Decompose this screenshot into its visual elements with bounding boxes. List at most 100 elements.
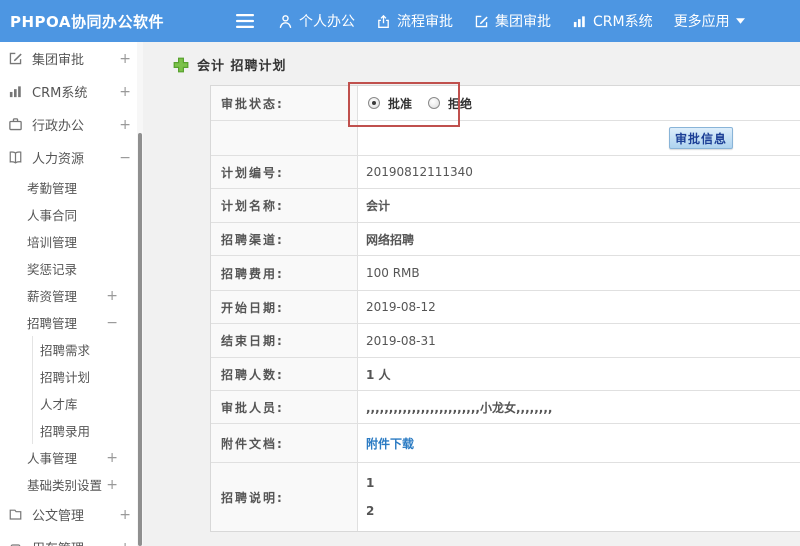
edit-square-icon xyxy=(474,14,489,29)
sidebar-item-talent-pool[interactable]: 人才库 xyxy=(0,390,143,417)
nav-group-approval[interactable]: 集团审批 xyxy=(474,11,551,31)
field-label: 附件文档: xyxy=(211,424,358,462)
field-label: 招聘说明: xyxy=(211,463,358,531)
sidebar-item-admin-office[interactable]: 行政办公 + xyxy=(0,108,143,141)
sidebar-scrollbar-thumb[interactable] xyxy=(138,133,142,546)
topbar-nav: 个人办公 流程审批 集团审批 CRM系统 更多应用 xyxy=(278,11,745,31)
field-value: ,,,,,,,,,,,,,,,,,,,,,,,,,小龙女,,,,,,,, xyxy=(366,400,553,415)
edit-square-icon xyxy=(8,51,23,66)
row-recruit-desc: 招聘说明: 1 2 xyxy=(211,463,800,531)
field-value: 附件下载 xyxy=(358,424,800,462)
bar-chart-icon xyxy=(572,14,587,29)
attachment-download-link[interactable]: 附件下载 xyxy=(366,435,414,452)
page-title: 会计 招聘计划 xyxy=(197,59,287,74)
radio-unselected-icon xyxy=(428,97,441,109)
sidebar-item-label: 人事管理 xyxy=(27,451,78,466)
topbar: PHPOA协同办公软件 个人办公 流程审批 集团审批 CRM系统 更多应用 xyxy=(0,0,800,42)
book-icon xyxy=(8,150,23,165)
radio-label: 拒绝 xyxy=(448,96,473,111)
user-icon xyxy=(278,14,293,29)
sidebar-item-recruit-demand[interactable]: 招聘需求 xyxy=(0,336,143,363)
folder-icon xyxy=(8,507,23,522)
workflow-icon xyxy=(376,14,391,29)
sidebar-item-document-mgmt[interactable]: 公文管理 + xyxy=(0,498,143,531)
row-plan-number: 计划编号: 20190812111340 xyxy=(211,156,800,189)
field-label: 计划名称: xyxy=(211,189,358,222)
page-header: 会计 招聘计划 xyxy=(173,55,287,74)
row-recruit-channel: 招聘渠道: 网络招聘 xyxy=(211,223,800,256)
field-label: 招聘人数: xyxy=(211,358,358,390)
app-logo: PHPOA协同办公软件 xyxy=(10,12,164,31)
sidebar-item-human-resources[interactable]: 人力资源 − xyxy=(0,141,143,174)
sidebar-item-label: 招聘计划 xyxy=(40,370,91,385)
row-recruit-count: 招聘人数: 1 人 xyxy=(211,358,800,391)
field-value: 会计 xyxy=(366,199,391,213)
hamburger-icon[interactable] xyxy=(236,14,254,28)
field-label: 开始日期: xyxy=(211,291,358,323)
sidebar-item-label: 行政办公 xyxy=(32,119,85,134)
field-value: 1 人 xyxy=(366,367,391,382)
description-line: 1 xyxy=(366,476,375,490)
field-label: 计划编号: xyxy=(211,156,358,188)
row-approvers: 审批人员: ,,,,,,,,,,,,,,,,,,,,,,,,,小龙女,,,,,,,… xyxy=(211,391,800,424)
field-label: 招聘渠道: xyxy=(211,223,358,255)
toggle-plus-icon[interactable]: + xyxy=(119,84,131,100)
sidebar-item-label: 人事合同 xyxy=(27,208,78,223)
field-label: 审批状态: xyxy=(211,86,358,120)
sidebar-item-recruit-mgmt[interactable]: 招聘管理 − xyxy=(0,309,143,336)
sidebar-item-personnel-mgmt[interactable]: 人事管理 + xyxy=(0,444,143,471)
toggle-plus-icon[interactable]: + xyxy=(119,540,131,546)
sidebar-item-attendance-mgmt[interactable]: 考勤管理 xyxy=(0,174,143,201)
nav-personal-office[interactable]: 个人办公 xyxy=(278,11,355,31)
nav-label: CRM系统 xyxy=(593,14,653,30)
field-value: 网络招聘 xyxy=(366,232,415,247)
sidebar-item-label: 奖惩记录 xyxy=(27,262,78,277)
field-value: 12 xyxy=(358,463,800,531)
row-attachment: 附件文档: 附件下载 xyxy=(211,424,800,463)
approval-info-button[interactable]: 审批信息 xyxy=(669,127,733,149)
nav-label: 集团审批 xyxy=(495,14,551,30)
sidebar-item-hr-contract[interactable]: 人事合同 xyxy=(0,201,143,228)
toggle-plus-icon[interactable]: + xyxy=(106,288,118,304)
radio-selected-icon xyxy=(368,97,380,109)
sidebar-item-label: 集团审批 xyxy=(32,53,85,68)
approval-status-options: 批准 拒绝 xyxy=(358,86,800,120)
field-value: 20190812111340 xyxy=(366,165,473,179)
radio-approve[interactable]: 批准 xyxy=(368,95,412,112)
sidebar-item-salary-mgmt[interactable]: 薪资管理 + xyxy=(0,282,143,309)
nav-crm-system[interactable]: CRM系统 xyxy=(572,11,653,31)
toggle-minus-icon[interactable]: − xyxy=(119,150,131,166)
car-icon xyxy=(8,540,23,546)
sidebar-item-group-approval[interactable]: 集团审批 + xyxy=(0,42,143,75)
toggle-plus-icon[interactable]: + xyxy=(119,117,131,133)
briefcase-icon xyxy=(8,117,23,132)
nav-process-approval[interactable]: 流程审批 xyxy=(376,11,453,31)
sidebar-item-recruit-hire[interactable]: 招聘录用 xyxy=(0,417,143,444)
sidebar-item-base-category-settings[interactable]: 基础类别设置 + xyxy=(0,471,143,498)
field-value: 2019-08-12 xyxy=(366,300,436,314)
sidebar-item-label: 招聘需求 xyxy=(40,343,91,358)
toggle-plus-icon[interactable]: + xyxy=(106,477,118,493)
sidebar-item-label: 人力资源 xyxy=(32,152,85,167)
sidebar-item-reward-punishment[interactable]: 奖惩记录 xyxy=(0,255,143,282)
nav-label: 流程审批 xyxy=(397,14,453,30)
toggle-plus-icon[interactable]: + xyxy=(106,450,118,466)
sidebar-item-crm-system[interactable]: CRM系统 + xyxy=(0,75,143,108)
nav-more-apps[interactable]: 更多应用 xyxy=(674,11,745,31)
field-label: 结束日期: xyxy=(211,324,358,357)
sidebar-item-label: 招聘管理 xyxy=(27,316,78,331)
sidebar-item-vehicle-mgmt[interactable]: 用车管理 + xyxy=(0,531,143,546)
row-start-date: 开始日期: 2019-08-12 xyxy=(211,291,800,324)
row-plan-name: 计划名称: 会计 xyxy=(211,189,800,223)
toggle-minus-icon[interactable]: − xyxy=(106,315,118,331)
toggle-plus-icon[interactable]: + xyxy=(119,51,131,67)
sidebar-item-training-mgmt[interactable]: 培训管理 xyxy=(0,228,143,255)
radio-reject[interactable]: 拒绝 xyxy=(428,95,472,112)
toggle-plus-icon[interactable]: + xyxy=(119,507,131,523)
sidebar-item-label: 人才库 xyxy=(40,397,78,412)
empty-label-cell xyxy=(211,121,358,155)
sidebar-item-recruit-plan[interactable]: 招聘计划 xyxy=(0,363,143,390)
row-recruit-cost: 招聘费用: 100 RMB xyxy=(211,256,800,291)
nav-label: 个人办公 xyxy=(299,14,355,30)
field-label: 招聘费用: xyxy=(211,256,358,290)
